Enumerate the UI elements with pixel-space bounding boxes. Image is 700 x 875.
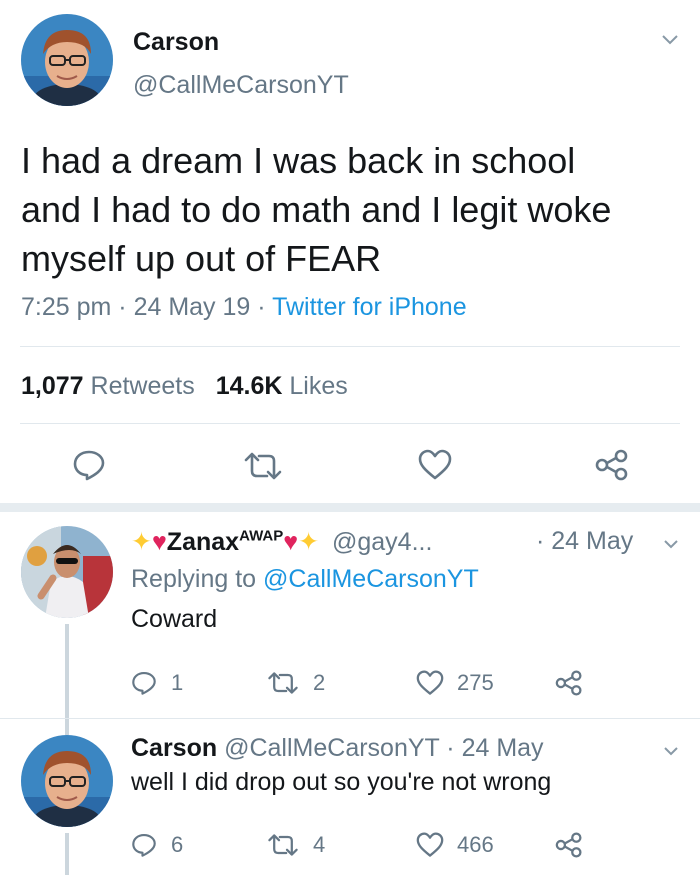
sparkle-emoji: ✦ (298, 528, 320, 556)
share-icon[interactable] (594, 449, 630, 481)
retweets-stat[interactable]: 1,077 Retweets (21, 372, 195, 400)
likes-count: 14.6K (215, 372, 283, 400)
reply-count: 6 (171, 832, 184, 857)
retweet-icon[interactable] (267, 671, 299, 695)
reply-header: Carson @CallMeCarsonYT · 24 May (131, 734, 544, 763)
separator-dot: · (111, 293, 134, 321)
thread-line (65, 624, 69, 736)
tweet-time[interactable]: 7:25 pm (21, 293, 111, 321)
reply-header: ✦♥ZanaxAWAP♥✦ @gay4... (131, 527, 432, 557)
tweet-stats: 1,077 Retweets 14.6K Likes (21, 372, 348, 401)
replying-prefix: Replying to (131, 565, 257, 593)
reply-text: Coward (131, 605, 218, 633)
sparkle-emoji: ✦ (131, 528, 152, 556)
retweets-label: Retweets (90, 372, 195, 400)
heart-emoji: ♥ (151, 528, 167, 556)
retweet-count: 4 (313, 832, 326, 857)
reply-count: 1 (171, 670, 184, 695)
reply-author-handle[interactable]: @CallMeCarsonYT (224, 734, 439, 762)
reply-icon[interactable] (72, 449, 106, 481)
author-handle[interactable]: @CallMeCarsonYT (133, 71, 349, 100)
avatar[interactable] (21, 14, 113, 106)
tweet-text: I had a dream I was back in school and I… (21, 136, 681, 283)
like-icon[interactable] (415, 670, 445, 696)
tweet-text-line: and I had to do math and I legit woke (21, 189, 612, 230)
avatar[interactable] (21, 735, 113, 827)
tweet-source[interactable]: Twitter for iPhone (272, 293, 467, 321)
tweet-date[interactable]: 24 May 19 (134, 293, 251, 321)
reply-author-handle[interactable]: @gay4... (332, 528, 432, 556)
tweet-text-line: myself up out of FEAR (21, 238, 382, 279)
separator-dot: · (536, 527, 545, 555)
section-separator (0, 503, 700, 512)
reply-icon[interactable] (131, 832, 157, 858)
like-count: 275 (457, 670, 494, 695)
reply-author-name[interactable]: Carson (131, 734, 217, 762)
avatar-image (21, 735, 113, 827)
retweets-count: 1,077 (21, 372, 84, 400)
like-icon[interactable] (415, 832, 445, 858)
divider (20, 423, 680, 424)
likes-label: Likes (289, 372, 348, 400)
tweet-text-line: I had a dream I was back in school (21, 140, 576, 181)
like-icon[interactable] (417, 449, 453, 481)
retweet-count: 2 (313, 670, 326, 695)
reply-author-name-sup: AWAP (239, 527, 284, 545)
avatar[interactable] (21, 526, 113, 618)
reply-date-value[interactable]: 24 May (462, 734, 544, 762)
avatar-image (21, 526, 113, 618)
reply-icon[interactable] (131, 670, 157, 696)
chevron-down-icon[interactable] (661, 33, 679, 51)
replying-handle[interactable]: @CallMeCarsonYT (263, 565, 479, 593)
retweet-icon[interactable] (243, 451, 283, 481)
chevron-down-icon[interactable] (663, 744, 679, 762)
divider (0, 718, 700, 719)
share-icon[interactable] (554, 670, 584, 696)
heart-emoji: ♥ (283, 528, 299, 556)
tweet-meta: 7:25 pm · 24 May 19 · Twitter for iPhone (21, 293, 467, 322)
share-icon[interactable] (554, 832, 584, 858)
reply-date-value[interactable]: 24 May (551, 527, 633, 555)
retweet-icon[interactable] (267, 833, 299, 857)
separator-dot: · (250, 293, 273, 321)
likes-stat[interactable]: 14.6K Likes (216, 372, 348, 400)
author-name[interactable]: Carson (133, 28, 219, 57)
divider (20, 346, 680, 347)
chevron-down-icon[interactable] (663, 537, 679, 555)
reply-author-name[interactable]: Zanax (167, 528, 239, 556)
thread-line (65, 833, 69, 875)
avatar-image (21, 14, 113, 106)
replying-to: Replying to @CallMeCarsonYT (131, 565, 479, 594)
reply-date: · 24 May (536, 527, 633, 556)
reply-text: well I did drop out so you're not wrong (131, 768, 552, 796)
separator-dot: · (439, 734, 462, 762)
like-count: 466 (457, 832, 494, 857)
